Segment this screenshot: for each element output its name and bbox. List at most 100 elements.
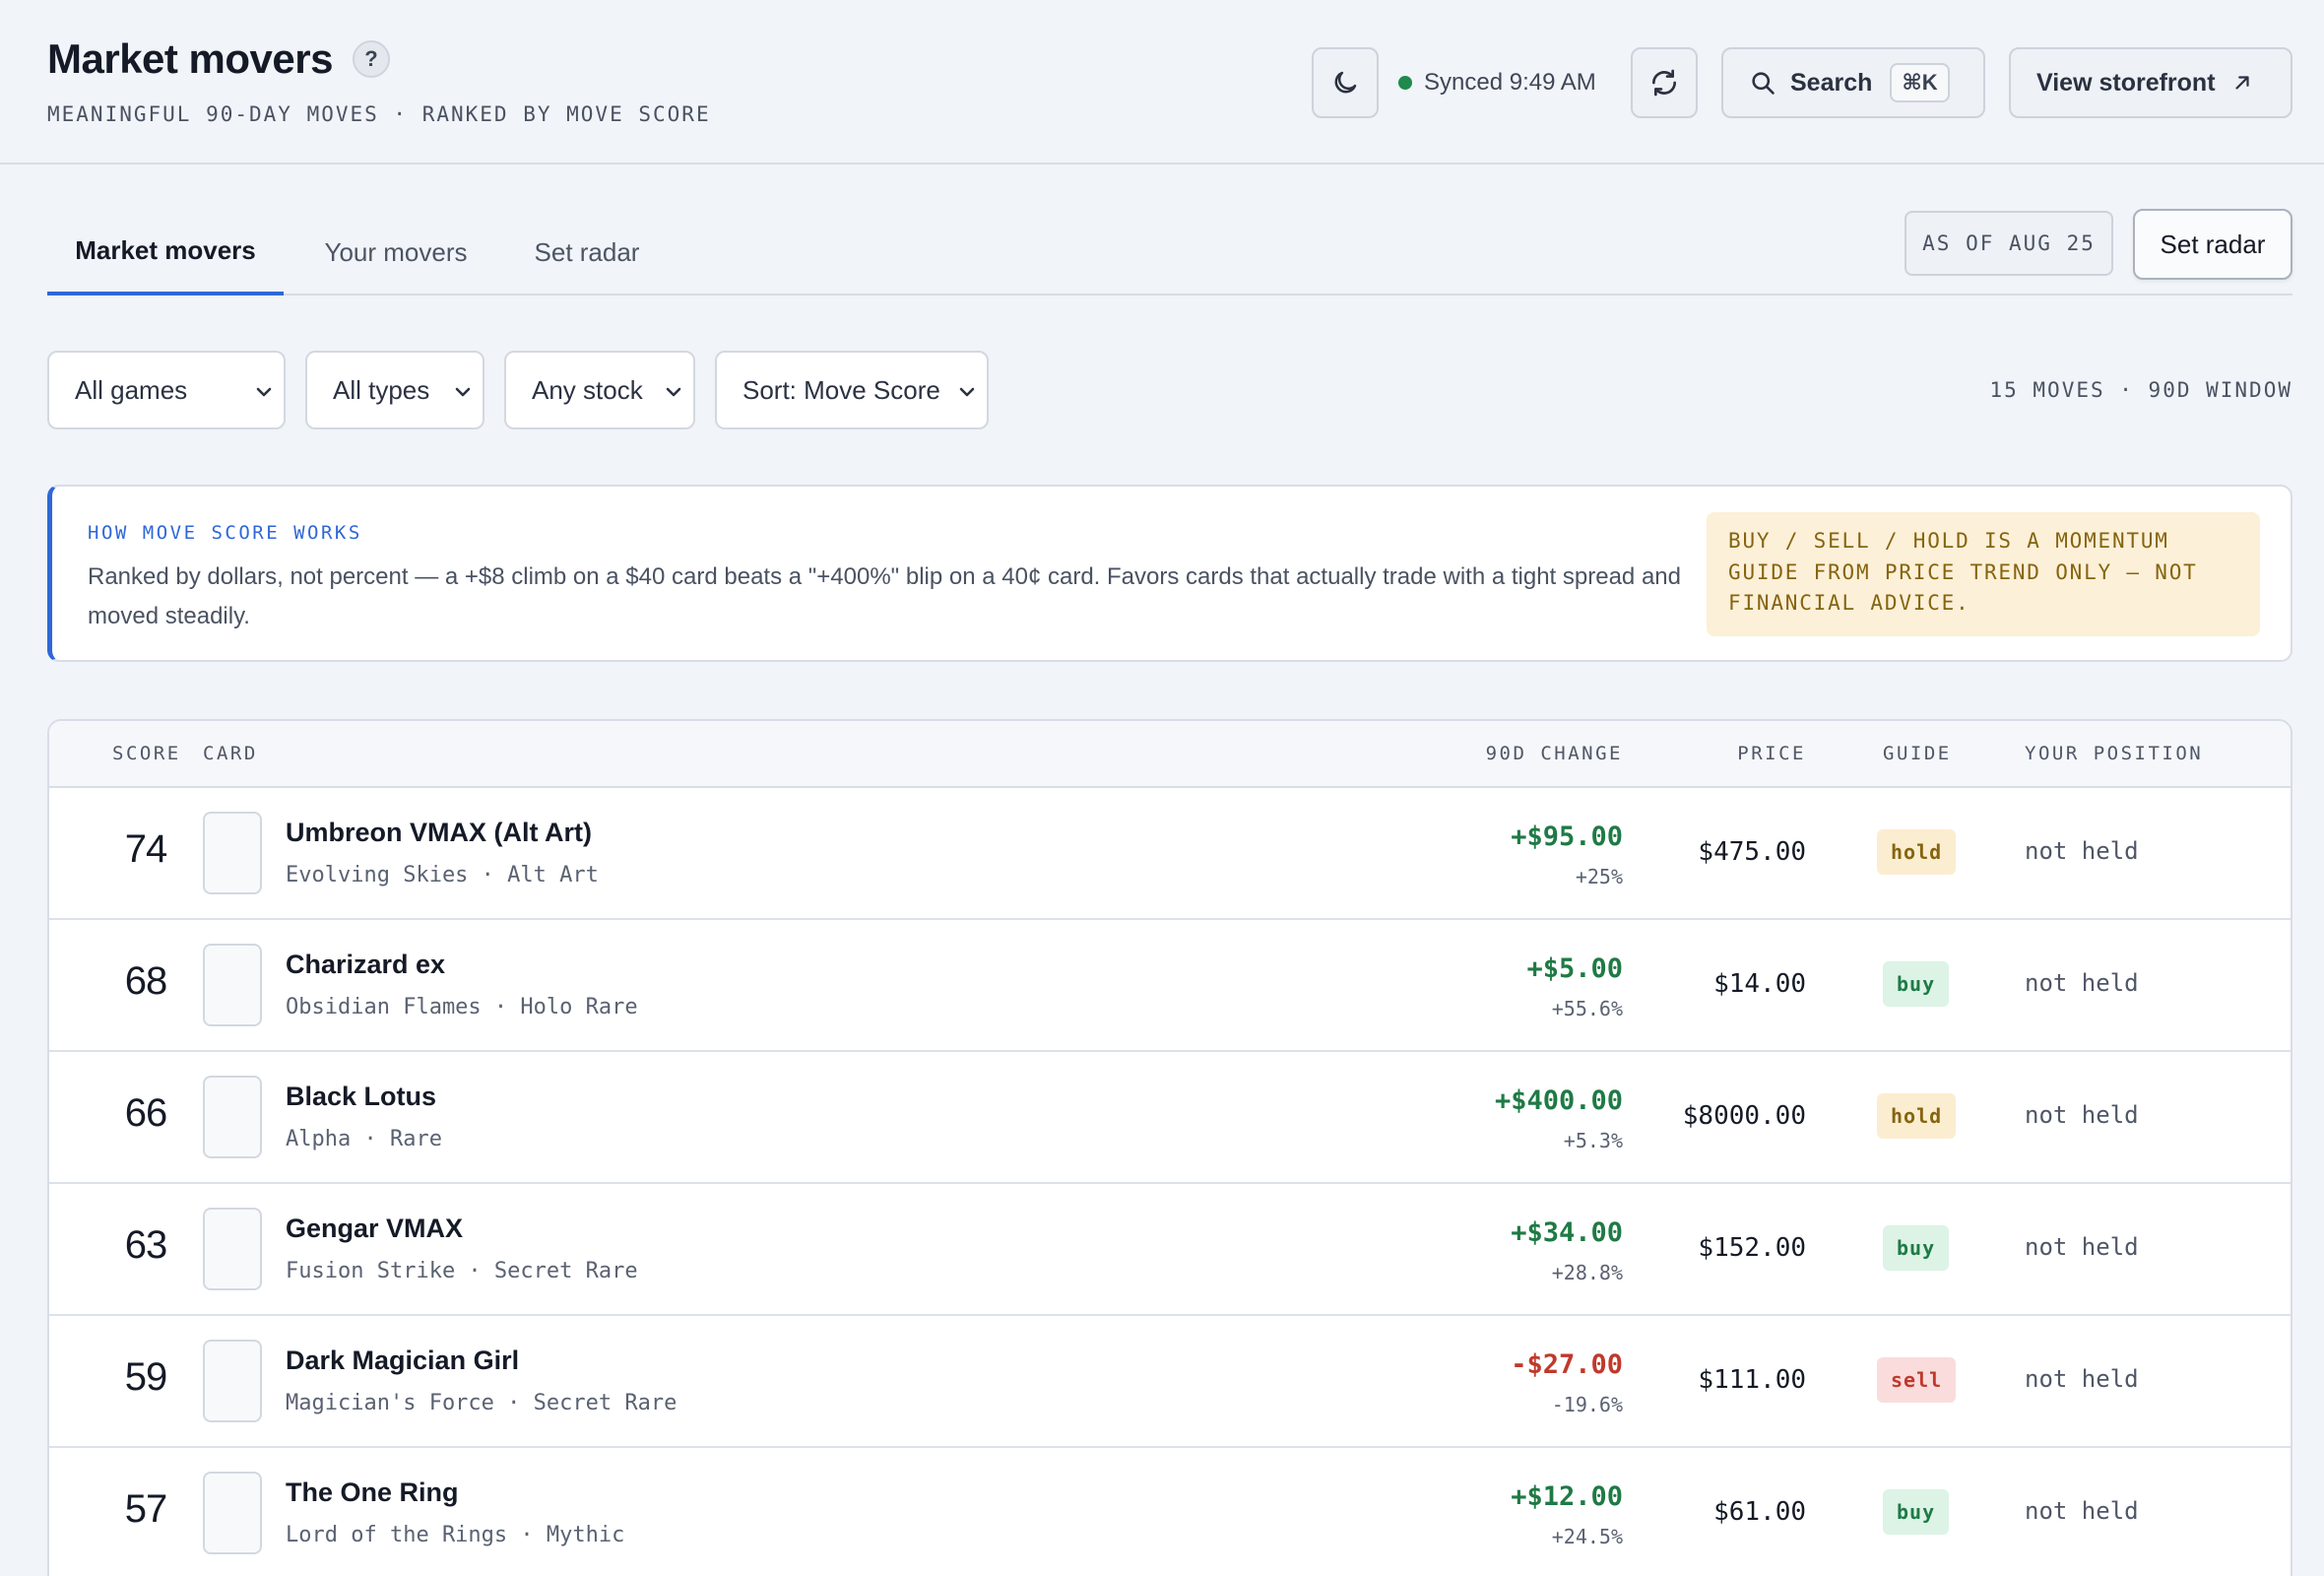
card-set-rarity: Alpha · Rare (286, 1127, 442, 1151)
sort-value: Sort: Move Score (742, 374, 940, 405)
sync-status-text: Synced 9:49 AM (1424, 69, 1596, 96)
table-row[interactable]: 59 Dark Magician Girl Magician's Force ·… (49, 1316, 2291, 1448)
card-name[interactable]: The One Ring (286, 1478, 459, 1508)
guide-badge: hold (1877, 829, 1957, 875)
card-thumbnail (203, 1208, 262, 1290)
search-button[interactable]: Search ⌘K (1721, 47, 1985, 118)
table-row[interactable]: 63 Gengar VMAX Fusion Strike · Secret Ra… (49, 1184, 2291, 1316)
stock-filter-value: Any stock (532, 374, 643, 405)
card-thumbnail (203, 1472, 262, 1554)
chevron-down-icon (256, 387, 272, 397)
move-score: 59 (124, 1355, 168, 1399)
card-name[interactable]: Gengar VMAX (286, 1214, 463, 1244)
chevron-down-icon (959, 387, 975, 397)
card-name[interactable]: Umbreon VMAX (Alt Art) (286, 818, 592, 848)
sort-select[interactable]: Sort: Move Score (715, 351, 989, 429)
change-percent: +28.8% (1551, 1261, 1623, 1284)
card-set-rarity: Obsidian Flames · Holo Rare (286, 995, 638, 1019)
moon-icon (1334, 71, 1357, 94)
position-status: not held (2025, 969, 2139, 997)
move-score: 66 (124, 1091, 168, 1135)
column-header-90d-change[interactable]: 90D CHANGE (1486, 743, 1623, 764)
guide-badge: sell (1877, 1357, 1957, 1403)
guide-badge: buy (1883, 1225, 1950, 1271)
move-score: 57 (124, 1487, 168, 1531)
as-of-date-badge: AS OF AUG 25 (1904, 211, 2113, 276)
tab-market-movers[interactable]: Market movers (47, 209, 284, 296)
change-amount: +$34.00 (1511, 1217, 1623, 1248)
info-heading: HOW MOVE SCORE WORKS (88, 522, 362, 544)
change-amount: +$12.00 (1511, 1481, 1623, 1512)
position-status: not held (2025, 1233, 2139, 1261)
app-header: Market movers ? MEANINGFUL 90-DAY MOVES … (0, 0, 2324, 164)
column-header-guide[interactable]: GUIDE (1883, 743, 1952, 764)
card-set-rarity: Lord of the Rings · Mythic (286, 1523, 625, 1547)
move-score: 68 (124, 959, 168, 1003)
position-status: not held (2025, 1497, 2139, 1525)
page-subtitle: MEANINGFUL 90-DAY MOVES · RANKED BY MOVE… (47, 102, 711, 126)
card-thumbnail (203, 1076, 262, 1158)
price: $61.00 (1713, 1497, 1806, 1527)
table-row[interactable]: 66 Black Lotus Alpha · Rare +$400.00 +5.… (49, 1052, 2291, 1184)
change-percent: -19.6% (1551, 1393, 1623, 1416)
chevron-down-icon (455, 387, 471, 397)
card-name[interactable]: Charizard ex (286, 950, 445, 980)
price: $8000.00 (1682, 1101, 1806, 1131)
column-header-score[interactable]: SCORE (112, 743, 181, 764)
chevron-down-icon (666, 387, 681, 397)
type-filter-select[interactable]: All types (305, 351, 484, 429)
table-header: SCORE CARD 90D CHANGE PRICE GUIDE YOUR P… (49, 721, 2291, 788)
sync-status: Synced 9:49 AM (1398, 47, 1596, 118)
column-header-price[interactable]: PRICE (1737, 743, 1806, 764)
column-header-card[interactable]: CARD (203, 743, 258, 764)
tab-your-movers[interactable]: Your movers (297, 209, 494, 296)
game-filter-value: All games (75, 374, 188, 405)
column-header-your-position[interactable]: YOUR POSITION (2025, 743, 2203, 764)
guide-badge: hold (1877, 1093, 1957, 1139)
position-status: not held (2025, 1101, 2139, 1129)
change-percent: +5.3% (1563, 1129, 1623, 1152)
card-set-rarity: Evolving Skies · Alt Art (286, 863, 599, 887)
move-score: 63 (124, 1223, 168, 1267)
price: $14.00 (1713, 969, 1806, 999)
type-filter-value: All types (333, 374, 430, 405)
card-thumbnail (203, 812, 262, 894)
page-title: Market movers (47, 35, 333, 82)
moves-count: 15 MOVES · 90D WINDOW (1989, 378, 2292, 402)
arrow-up-right-icon (2234, 76, 2249, 90)
view-storefront-label: View storefront (2036, 68, 2216, 97)
search-label: Search (1790, 68, 1873, 97)
card-name[interactable]: Black Lotus (286, 1082, 436, 1112)
position-status: not held (2025, 837, 2139, 865)
change-percent: +25% (1575, 865, 1623, 888)
price: $475.00 (1698, 837, 1806, 867)
view-storefront-button[interactable]: View storefront (2009, 47, 2292, 118)
change-amount: +$400.00 (1494, 1085, 1623, 1116)
change-amount: -$27.00 (1511, 1349, 1623, 1380)
table-row[interactable]: 68 Charizard ex Obsidian Flames · Holo R… (49, 920, 2291, 1052)
disclaimer-note: BUY / SELL / HOLD IS A MOMENTUM GUIDE FR… (1707, 512, 2260, 636)
refresh-button[interactable] (1631, 47, 1698, 118)
price: $152.00 (1698, 1233, 1806, 1263)
card-set-rarity: Magician's Force · Secret Rare (286, 1391, 678, 1415)
table-row[interactable]: 74 Umbreon VMAX (Alt Art) Evolving Skies… (49, 788, 2291, 920)
stock-filter-select[interactable]: Any stock (504, 351, 695, 429)
info-text: Ranked by dollars, not percent — a +$8 c… (88, 563, 1681, 629)
title-row: Market movers ? (47, 35, 390, 83)
change-percent: +55.6% (1551, 997, 1623, 1020)
move-score: 74 (124, 827, 168, 871)
card-thumbnail (203, 944, 262, 1026)
change-amount: +$95.00 (1511, 821, 1623, 852)
search-icon (1752, 72, 1775, 95)
search-shortcut-kbd: ⌘K (1890, 63, 1950, 102)
set-radar-button[interactable]: Set radar (2133, 209, 2292, 280)
table-row[interactable]: 57 The One Ring Lord of the Rings · Myth… (49, 1448, 2291, 1576)
tab-set-radar[interactable]: Set radar (508, 209, 666, 296)
sync-status-dot (1398, 76, 1412, 90)
card-set-rarity: Fusion Strike · Secret Rare (286, 1259, 638, 1283)
game-filter-select[interactable]: All games (47, 351, 286, 429)
position-status: not held (2025, 1365, 2139, 1393)
theme-toggle-button[interactable] (1312, 47, 1379, 118)
card-name[interactable]: Dark Magician Girl (286, 1346, 519, 1376)
help-button[interactable]: ? (352, 40, 390, 78)
